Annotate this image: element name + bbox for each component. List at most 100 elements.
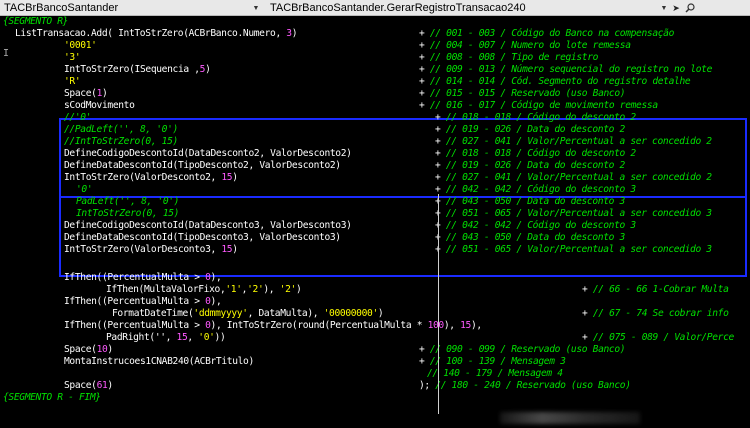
code-token: // 140 - 179 / Mensagem 4: [427, 368, 563, 379]
code-token: // 027 - 041 / Valor/Percentual a ser co…: [445, 136, 712, 147]
code-line: ListTransacao.Add( IntToStrZero(ACBrBanc…: [15, 28, 298, 40]
code-token: // 042 - 042 / Código do desconto 3: [445, 220, 636, 231]
code-line: IfThen(MultaValorFixo,'1','2'), '2'): [106, 284, 302, 296]
text-cursor-icon: I: [3, 48, 10, 59]
code-token: //PadLeft('', 8, '0'): [64, 124, 178, 135]
code-token: +: [419, 28, 430, 39]
code-line: + // 042 - 042 / Código do desconto 3: [435, 220, 636, 232]
code-token: // 043 - 050 / Data do desconto 3: [445, 232, 625, 243]
go-icon[interactable]: ➤: [670, 2, 682, 14]
method-selector-dropdown[interactable]: TACBrBancoSantander.GerarRegistroTransac…: [268, 1, 670, 15]
code-token: ): [291, 28, 298, 39]
code-token: +: [419, 64, 430, 75]
code-token: // 009 - 013 / Número sequencial do regi…: [429, 64, 713, 75]
code-line: + // 008 - 008 / Tipo de registro: [419, 52, 598, 64]
code-token: +: [435, 196, 446, 207]
code-line: IntToStrZero(ISequencia ,5): [64, 64, 211, 76]
code-token: {SEGMENTO R}: [3, 16, 69, 27]
code-token: '0001': [64, 40, 97, 51]
code-line: + // 042 - 042 / Código do desconto 3: [435, 184, 636, 196]
code-token: // 051 - 065 / Valor/Percentual a ser co…: [445, 208, 712, 219]
code-line: + // 090 - 099 / Reservado (uso Banco): [419, 344, 626, 356]
code-token: PadLeft('', 8, '0'): [76, 196, 180, 207]
code-line: 'R': [64, 76, 81, 88]
code-token: // 027 - 041 / Valor/Percentual a ser co…: [445, 172, 712, 183]
code-token: 15: [221, 172, 233, 183]
code-token: ): [232, 244, 238, 255]
code-line: PadRight('', 15, '0')): [106, 332, 226, 344]
code-line: + // 051 - 065 / Valor/Percentual a ser …: [435, 244, 712, 256]
code-line: FormatDateTime('ddmmyyyy', DataMulta), '…: [112, 308, 384, 320]
right-margin-guide: [438, 194, 439, 414]
code-token: // 018 - 018 / Código do desconto 2: [445, 112, 636, 123]
code-line: + // 018 - 018 / Código do desconto 2: [435, 148, 636, 160]
code-line: + // 043 - 050 / Data do desconto 3: [435, 196, 625, 208]
code-token: 15: [460, 320, 471, 331]
code-token: // 090 - 099 / Reservado (uso Banco): [429, 344, 626, 355]
class-selector-dropdown[interactable]: TACBrBancoSantander ▼: [2, 1, 262, 15]
code-line: ); // 180 - 240 / Reservado (uso Banco): [419, 380, 631, 392]
code-token: +: [419, 356, 430, 367]
code-token: IfThen((PercentualMulta >: [64, 272, 206, 283]
code-token: , DataMulta),: [247, 308, 324, 319]
code-token: '1': [225, 284, 242, 295]
code-token: DefineDataDescontoId(TipoDesconto2, Valo…: [64, 160, 341, 171]
code-token: {SEGMENTO R - FIM}: [3, 392, 101, 403]
code-line: //PadLeft('', 8, '0'): [64, 124, 178, 136]
code-token: 15: [221, 244, 233, 255]
code-token: IntToStrZero(ValorDesconto3,: [64, 244, 222, 255]
code-line: + // 67 - 74 Se cobrar info: [582, 308, 729, 320]
code-token: 'R': [64, 76, 81, 87]
code-line: + // 009 - 013 / Número sequencial do re…: [419, 64, 712, 76]
code-token: IfThen((PercentualMulta >: [64, 296, 206, 307]
chevron-down-icon[interactable]: ▼: [250, 1, 262, 15]
code-token: '0': [198, 332, 215, 343]
code-token: FormatDateTime(: [112, 308, 194, 319]
code-line: IfThen((PercentualMulta > 0), IntToStrZe…: [64, 320, 482, 332]
chevron-down-icon[interactable]: ▼: [658, 1, 670, 15]
code-line: + // 001 - 003 / Código do Banco na comp…: [419, 28, 674, 40]
code-token: ),: [263, 284, 280, 295]
code-token: +: [435, 220, 446, 231]
code-token: );: [419, 380, 436, 391]
code-token: // 014 - 014 / Cód. Segmento do registro…: [429, 76, 691, 87]
code-token: Space(: [64, 380, 97, 391]
code-token: +: [419, 344, 430, 355]
code-token: // 018 - 018 / Código do desconto 2: [445, 148, 636, 159]
code-line: '3': [64, 52, 81, 64]
code-token: ): [232, 172, 238, 183]
code-line: DefineDataDescontoId(TipoDesconto3, Valo…: [64, 232, 341, 244]
code-token: ),: [470, 320, 482, 331]
code-line: //IntToStrZero(0, 15): [64, 136, 178, 148]
code-token: +: [435, 160, 446, 171]
code-token: +: [435, 124, 446, 135]
code-token: 'ddmmyyyy': [193, 308, 248, 319]
code-token: '0': [76, 184, 93, 195]
code-token: IfThen((PercentualMulta >: [64, 320, 206, 331]
code-token: Space(: [64, 88, 97, 99]
code-line: + // 019 - 026 / Data do desconto 2: [435, 124, 625, 136]
code-token: +: [419, 40, 430, 51]
find-icon[interactable]: [684, 2, 696, 14]
code-token: +: [582, 332, 593, 343]
code-line: + // 019 - 026 / Data do desconto 2: [435, 160, 625, 172]
code-token: PadRight('',: [106, 332, 177, 343]
code-token: '00000000': [323, 308, 379, 319]
code-line: //'0': [64, 112, 91, 124]
code-token: +: [419, 88, 430, 99]
code-editor[interactable]: {SEGMENTO R} ListTransacao.Add( IntToStrZ…: [0, 16, 750, 428]
code-token: ): [102, 88, 108, 99]
code-token: 61: [96, 380, 108, 391]
toolbar-buttons: ➤: [670, 1, 696, 15]
code-token: +: [435, 232, 446, 243]
code-line: Space(10): [64, 344, 113, 356]
class-selector-value: TACBrBancoSantander: [4, 2, 119, 14]
code-token: ,: [187, 332, 199, 343]
code-token: // 019 - 026 / Data do desconto 2: [445, 124, 625, 135]
code-token: ),: [443, 320, 461, 331]
code-line: + // 075 - 089 / Valor/Perce: [582, 332, 734, 344]
code-token: Space(: [64, 344, 97, 355]
code-line: + // 004 - 007 / Numero do lote remessa: [419, 40, 631, 52]
code-token: +: [435, 136, 446, 147]
code-line: + // 016 - 017 / Código de movimento rem…: [419, 100, 658, 112]
